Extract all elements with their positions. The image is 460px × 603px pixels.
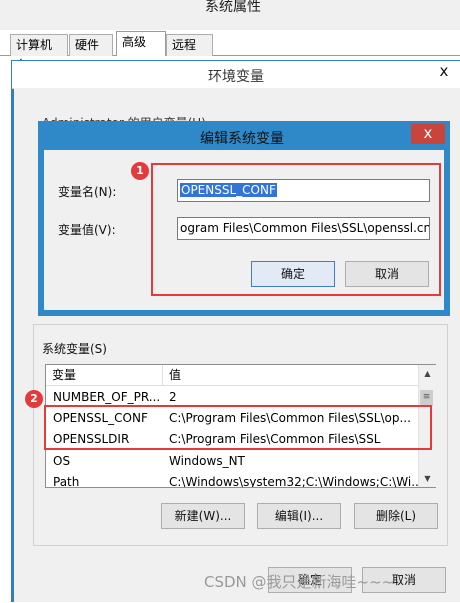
env-vars-title: 环境变量 bbox=[208, 69, 264, 85]
new-button[interactable]: 新建(W)... bbox=[161, 503, 245, 529]
row-name: OS bbox=[53, 454, 71, 468]
outer-window-titlebar: 系统属性 bbox=[0, 0, 460, 30]
row-name: Path bbox=[53, 475, 80, 488]
tab-remote[interactable]: 远程 bbox=[166, 34, 213, 56]
highlight-box-1 bbox=[151, 163, 441, 296]
edit-dialog-title: 编辑系统变量 bbox=[200, 131, 284, 147]
watermark: CSDN @我只是新海哇~~~ bbox=[204, 573, 395, 591]
tab-advanced[interactable]: 高级 bbox=[116, 31, 166, 56]
table-row[interactable]: OS Windows_NT bbox=[46, 451, 419, 472]
system-vars-label: 系统变量(S) bbox=[40, 340, 109, 357]
outer-window-title: 系统属性 bbox=[205, 0, 261, 15]
scroll-thumb[interactable]: ≡ bbox=[420, 390, 433, 406]
delete-button[interactable]: 删除(L) bbox=[354, 503, 438, 529]
column-header-variable[interactable]: 变量 bbox=[46, 365, 163, 386]
scroll-down-icon[interactable]: ▼ bbox=[419, 470, 436, 487]
var-name-label: 变量名(N): bbox=[58, 185, 117, 199]
highlight-box-2 bbox=[44, 405, 432, 450]
tab-hardware[interactable]: 硬件 bbox=[69, 34, 113, 56]
scroll-up-icon[interactable]: ▲ bbox=[419, 365, 436, 382]
table-row[interactable]: Path C:\Windows\system32;C:\Windows;C:\W… bbox=[46, 472, 419, 488]
var-value-label: 变量值(V): bbox=[58, 223, 116, 237]
callout-badge-1: 1 bbox=[131, 162, 149, 180]
column-header-value[interactable]: 值 bbox=[163, 365, 419, 386]
row-value: Windows_NT bbox=[169, 454, 245, 468]
tab-computer-name[interactable]: 计算机名 bbox=[10, 34, 68, 72]
edit-dialog-close-button[interactable]: x bbox=[411, 124, 445, 144]
env-vars-close-button[interactable]: x bbox=[431, 62, 457, 82]
edit-button[interactable]: 编辑(I)... bbox=[257, 503, 341, 529]
row-value: C:\Windows\system32;C:\Windows;C:\Wi... bbox=[169, 475, 419, 488]
callout-badge-2: 2 bbox=[25, 390, 43, 408]
